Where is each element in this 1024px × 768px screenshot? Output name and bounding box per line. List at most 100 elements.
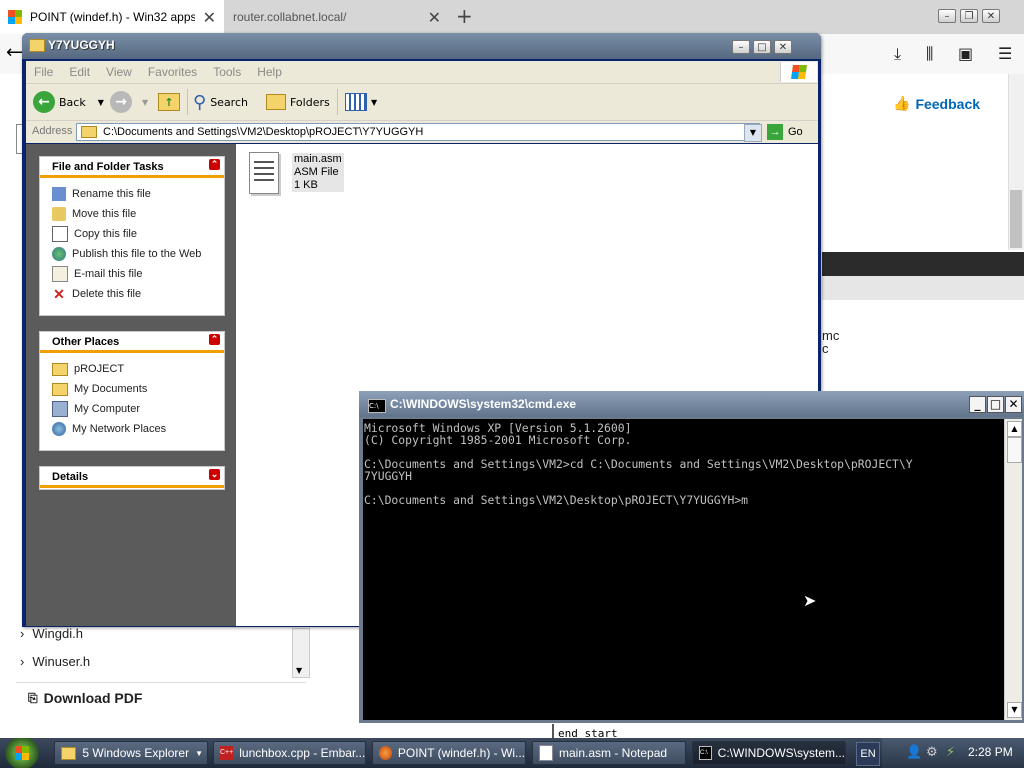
cmd-console-output[interactable]: Microsoft Windows XP [Version 5.1.2600](… — [363, 419, 1004, 720]
start-button[interactable] — [0, 738, 48, 768]
maximize-button[interactable]: ❐ — [960, 9, 978, 23]
details-header[interactable]: Details ⌄ — [40, 467, 224, 488]
library-icon[interactable]: ⫼ — [926, 44, 933, 64]
file-tasks-header[interactable]: File and Folder Tasks ⌃ — [40, 157, 224, 178]
menu-file[interactable]: File — [26, 65, 61, 79]
scroll-down-icon[interactable]: ▼ — [1007, 702, 1022, 718]
folder-icon — [52, 362, 68, 376]
task-label: Move this file — [72, 208, 137, 220]
notepad-peek-text: end start — [558, 727, 618, 738]
console-line: C:\Documents and Settings\VM2\Desktop\pR… — [364, 493, 749, 507]
views-button[interactable]: ▼ — [345, 84, 377, 120]
notepad-file-icon[interactable] — [249, 152, 279, 194]
cmd-scroll-thumb[interactable] — [1007, 437, 1022, 463]
file-tasks-panel: File and Folder Tasks ⌃ Rename this file… — [39, 156, 225, 316]
folder-icon — [81, 126, 97, 138]
close-button[interactable]: ✕ — [1005, 396, 1022, 413]
console-line: 7YUGGYH — [364, 469, 413, 483]
dropdown-arrow-icon: ▼ — [371, 97, 378, 107]
toc-scrollbar[interactable]: ▼ — [292, 628, 310, 678]
toc-item-label: Wingdi.h — [32, 626, 83, 641]
other-places-header[interactable]: Other Places ⌃ — [40, 332, 224, 353]
task-rename[interactable]: Rename this file — [40, 184, 224, 204]
task-publish[interactable]: Publish this file to the Web — [40, 244, 224, 264]
task-notepad[interactable]: main.asm - Notepad — [532, 741, 686, 765]
dropdown-arrow-icon[interactable]: ▼ — [98, 98, 104, 107]
views-icon — [345, 93, 367, 111]
toc-item[interactable]: › Winuser.h — [20, 654, 90, 669]
task-cmd[interactable]: C:\ C:\WINDOWS\system... — [692, 741, 846, 765]
security-tray-icon[interactable]: ⚡ — [946, 745, 955, 760]
task-email[interactable]: E-mail this file — [40, 264, 224, 284]
task-browser[interactable]: POINT (windef.h) - Wi... — [372, 741, 526, 765]
menu-view[interactable]: View — [98, 65, 140, 79]
browser-tab-inactive[interactable]: router.collabnet.local/ ✕ — [225, 0, 449, 34]
browser-window-controls: – ❐ ✕ — [938, 9, 1000, 23]
menu-help[interactable]: Help — [249, 65, 290, 79]
collapse-icon[interactable]: ⌃ — [209, 334, 220, 345]
cmd-scrollbar[interactable]: ▲ ▼ — [1004, 419, 1022, 720]
dev-icon: C++ — [220, 746, 234, 760]
menu-favorites[interactable]: Favorites — [140, 65, 205, 79]
expand-icon[interactable]: ⌄ — [209, 469, 220, 480]
menu-icon[interactable]: ☰ — [998, 44, 1012, 63]
user-icon[interactable]: 👤 — [906, 745, 922, 760]
toolbar-separator — [337, 89, 338, 115]
toolbar-separator — [187, 89, 188, 115]
explorer-title-bar[interactable] — [22, 33, 821, 59]
maximize-button[interactable]: □ — [753, 40, 771, 54]
task-delete[interactable]: ✕ Delete this file — [40, 284, 224, 304]
task-embarcadero[interactable]: C++ lunchbox.cpp - Embar... — [213, 741, 366, 765]
close-button[interactable]: ✕ — [774, 40, 792, 54]
network-tray-icon[interactable]: ⚙ — [926, 745, 938, 760]
task-move[interactable]: Move this file — [40, 204, 224, 224]
folders-label: Folders — [290, 95, 330, 109]
browser-tab-title: POINT (windef.h) - Win32 apps | M — [30, 10, 195, 24]
minimize-button[interactable]: – — [938, 9, 956, 23]
details-title: Details — [52, 471, 89, 483]
toc-item[interactable]: › Wingdi.h — [20, 626, 83, 641]
place-network[interactable]: My Network Places — [40, 419, 224, 439]
documents-folder-icon — [52, 382, 68, 396]
address-input[interactable]: C:\Documents and Settings\VM2\Desktop\pR… — [76, 123, 760, 141]
task-label: Delete this file — [72, 288, 142, 300]
close-tab-icon[interactable]: ✕ — [203, 8, 216, 28]
download-pdf-link[interactable]: ⎘ Download PDF — [28, 690, 142, 706]
clock: 2:28 PM — [968, 745, 1013, 759]
minimize-button[interactable]: _ — [969, 396, 986, 413]
close-tab-icon[interactable]: ✕ — [428, 8, 441, 28]
folders-button[interactable]: Folders — [266, 84, 330, 120]
address-dropdown-button[interactable]: ▼ — [744, 124, 762, 142]
up-folder-button[interactable]: ↑ — [158, 84, 180, 120]
browser-tab-active[interactable]: POINT (windef.h) - Win32 apps | M ✕ — [0, 0, 224, 34]
menu-edit[interactable]: Edit — [61, 65, 98, 79]
search-button[interactable]: ⚲ Search — [193, 84, 248, 120]
new-tab-button[interactable]: + — [456, 4, 473, 28]
minimize-button[interactable]: – — [732, 40, 750, 54]
sidebar-icon[interactable]: ▣ — [958, 44, 973, 63]
place-project[interactable]: pROJECT — [40, 359, 224, 379]
place-my-documents[interactable]: My Documents — [40, 379, 224, 399]
page-dark-band — [822, 252, 1024, 276]
scroll-down-icon[interactable]: ▼ — [296, 666, 302, 675]
language-indicator[interactable]: EN — [856, 742, 880, 766]
download-pdf-label: Download PDF — [43, 690, 143, 706]
back-button[interactable]: ← Back ▼ — [33, 84, 104, 120]
scroll-up-icon[interactable]: ▲ — [1007, 421, 1022, 437]
feedback-link[interactable]: 👍 Feedback — [893, 95, 980, 112]
forward-button[interactable]: → ▼ — [110, 84, 148, 120]
go-button[interactable]: → Go — [767, 124, 803, 140]
page-scrollbar-thumb[interactable] — [1010, 190, 1022, 248]
file-item-main-asm[interactable]: main.asm ASM File 1 KB — [292, 153, 344, 192]
explorer-window-controls: – □ ✕ — [732, 40, 792, 54]
download-icon[interactable]: ⤓ — [894, 44, 901, 64]
task-windows-explorer[interactable]: 5 Windows Explorer ▼ — [54, 741, 208, 765]
maximize-button[interactable]: □ — [987, 396, 1004, 413]
collapse-icon[interactable]: ⌃ — [209, 159, 220, 170]
toc-item-label: Winuser.h — [32, 654, 91, 669]
rename-icon — [52, 187, 66, 201]
menu-tools[interactable]: Tools — [205, 65, 249, 79]
task-copy[interactable]: Copy this file — [40, 224, 224, 244]
close-button[interactable]: ✕ — [982, 9, 1000, 23]
place-my-computer[interactable]: My Computer — [40, 399, 224, 419]
